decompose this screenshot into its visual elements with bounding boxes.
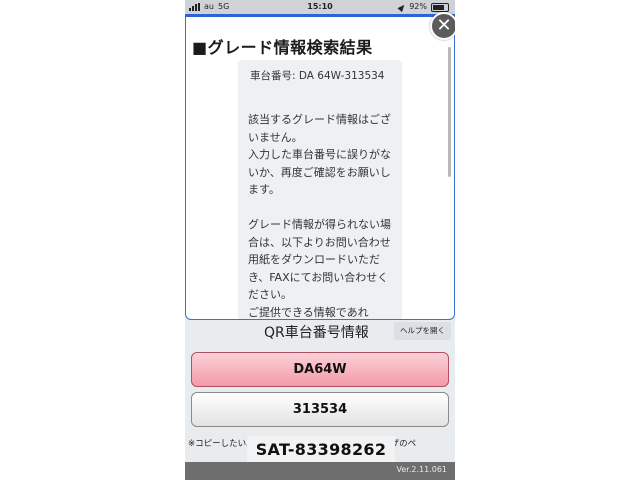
status-bar: au 5G 15:10 92% [185,0,455,14]
modal-scrollbar[interactable] [448,47,451,177]
qr-header: QR車台番号情報 ヘルプを開く [185,318,455,344]
version-label: Ver.2.11.061 [396,465,448,474]
close-icon[interactable]: ✕ [430,12,455,40]
modal-title: ■グレード情報検索結果 [192,38,373,57]
result-message: 該当するグレード情報はございません。 入力した車台番号に誤りがないか、再度ご確認… [248,113,391,319]
footer-bar: Ver.2.11.061 [185,462,455,480]
qr-label: QR車台番号情報 [264,325,369,341]
stock-id-label: SAT-83398262 [247,436,395,464]
result-panel: 車台番号: DA 64W-313534 該当するグレード情報はございません。 入… [238,60,402,319]
location-arrow-icon [397,2,407,12]
battery-icon [431,2,449,12]
battery-percent: 92% [409,2,427,11]
help-button[interactable]: ヘルプを開く [394,322,451,340]
phone-screen: au 5G 15:10 92% ■グレード情報検索結果 車台番号: DA 64W… [185,0,455,480]
car-number-text: 車台番号: DA 64W-313534 [250,70,385,82]
serial-field[interactable]: 313534 [191,392,449,427]
model-field[interactable]: DA64W [191,352,449,387]
grade-result-modal: ■グレード情報検索結果 車台番号: DA 64W-313534 該当するグレード… [185,14,455,320]
